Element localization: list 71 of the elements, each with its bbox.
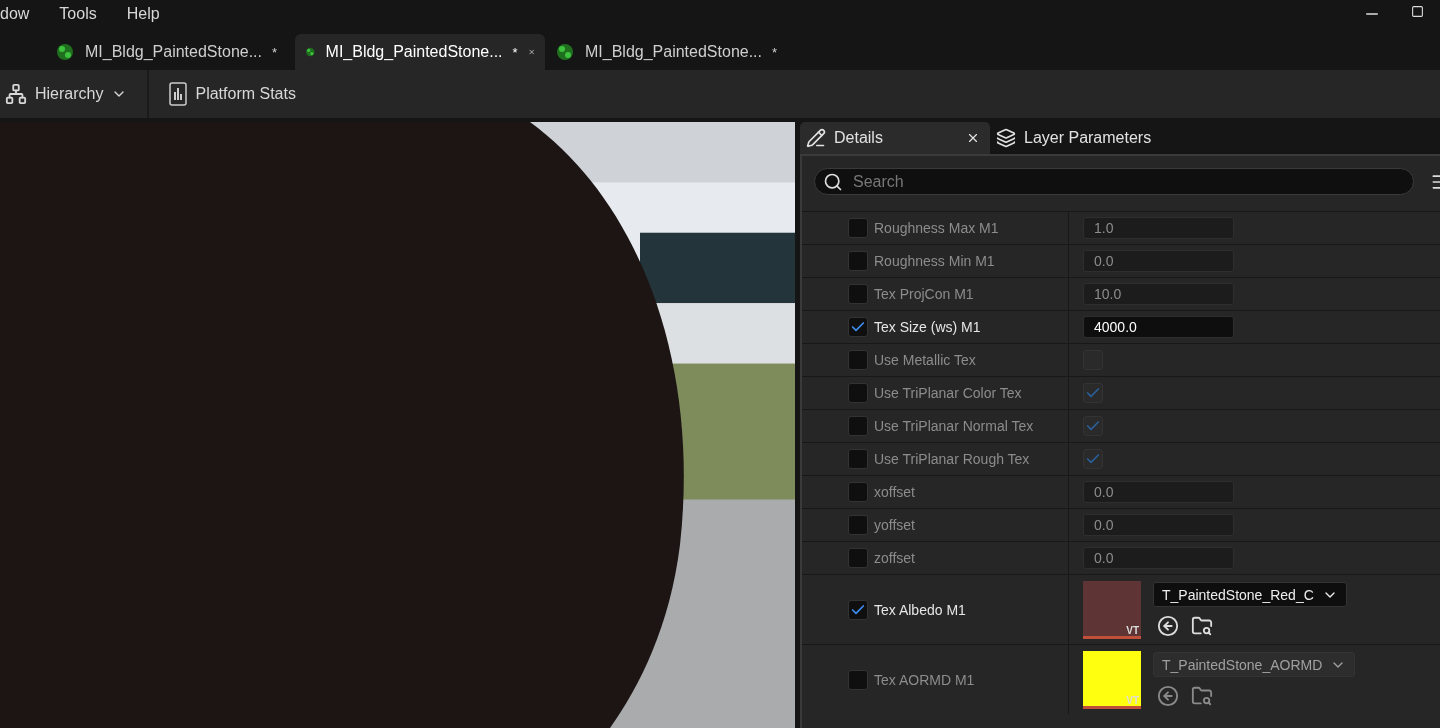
override-checkbox[interactable] (848, 449, 868, 469)
override-checkbox[interactable] (848, 548, 868, 568)
override-checkbox[interactable] (848, 599, 868, 620)
value-checkbox[interactable] (1083, 383, 1103, 403)
value-field[interactable]: 4000.0 (1083, 316, 1234, 338)
value-checkbox[interactable] (1083, 449, 1103, 469)
override-checkbox[interactable] (848, 284, 868, 304)
menu-item[interactable]: dow (0, 5, 30, 23)
modified-indicator: * (512, 44, 518, 60)
parameter-label: Tex ProjCon M1 (874, 286, 974, 302)
override-checkbox[interactable] (848, 515, 868, 535)
parameter-label: Tex AORMD M1 (874, 671, 975, 688)
texture-type-label: VT (1126, 694, 1140, 706)
override-checkbox[interactable] (848, 669, 868, 690)
close-icon[interactable] (966, 131, 980, 145)
parameter-label: Roughness Min M1 (874, 253, 995, 269)
browse-folder-icon[interactable] (1191, 615, 1213, 637)
parameter-label: Use Metallic Tex (874, 352, 976, 368)
value-field[interactable]: 0.0 (1083, 250, 1234, 272)
parameter-label: Tex Size (ws) M1 (874, 319, 981, 335)
menu-item[interactable]: Tools (59, 5, 97, 23)
texture-dropdown[interactable]: T_PaintedStone_Red_C (1153, 582, 1347, 607)
texture-dropdown[interactable]: T_PaintedStone_AORMD (1153, 652, 1356, 677)
value-checkbox[interactable] (1083, 416, 1103, 436)
tablet-chart-icon (169, 82, 188, 106)
layers-icon (996, 128, 1016, 148)
parameter-label: Roughness Max M1 (874, 220, 999, 236)
tab-title: Details (834, 129, 884, 147)
override-checkbox[interactable] (848, 383, 868, 403)
texture-thumbnail[interactable]: VT (1083, 580, 1141, 639)
panel-tab[interactable]: Details (800, 122, 990, 154)
maximize-icon[interactable] (1411, 5, 1424, 18)
value-field[interactable]: 1.0 (1083, 217, 1234, 239)
override-checkbox[interactable] (848, 218, 868, 238)
document-tab[interactable]: MI_Bldg_PaintedStone... * (295, 34, 545, 70)
modified-indicator: * (272, 44, 278, 60)
value-field[interactable]: 10.0 (1083, 283, 1234, 305)
pencil-icon (806, 128, 826, 148)
override-checkbox[interactable] (848, 251, 868, 271)
panel-tab[interactable]: Layer Parameters (990, 122, 1210, 154)
parameter-label: Use TriPlanar Rough Tex (874, 451, 1030, 467)
value-field[interactable]: 0.0 (1083, 481, 1234, 503)
texture-type-label: VT (1126, 624, 1140, 636)
material-icon (555, 42, 575, 62)
override-checkbox[interactable] (848, 482, 868, 502)
parameter-label: zoffset (874, 550, 915, 566)
override-checkbox[interactable] (848, 350, 868, 370)
parameter-label: xoffset (874, 484, 915, 500)
modified-indicator: * (772, 44, 778, 60)
hierarchy-dropdown[interactable]: Hierarchy (0, 70, 150, 118)
toolbar-button[interactable]: Platform Stats (149, 70, 316, 118)
parameter-label: Tex Albedo M1 (874, 601, 966, 618)
value-field[interactable]: 0.0 (1083, 547, 1234, 569)
tab-title: Layer Parameters (1024, 129, 1153, 147)
tab-title: MI_Bldg_PaintedStone... (85, 43, 262, 61)
search-icon (823, 171, 843, 192)
material-icon (55, 42, 75, 62)
parameter-label: Use TriPlanar Color Tex (874, 385, 1022, 401)
document-tab[interactable]: MI_Bldg_PaintedStone... * (545, 34, 795, 70)
document-tab[interactable]: MI_Bldg_PaintedStone... * (45, 34, 295, 70)
override-checkbox[interactable] (848, 416, 868, 436)
tab-title: MI_Bldg_PaintedStone... (325, 43, 503, 61)
search-input[interactable]: Search (851, 171, 1405, 192)
value-field[interactable]: 0.0 (1083, 514, 1234, 536)
menu-item[interactable]: Help (126, 5, 160, 23)
hierarchy-icon (5, 83, 27, 105)
override-checkbox[interactable] (848, 317, 868, 337)
parameter-label: yoffset (874, 517, 915, 533)
search-field[interactable]: Search (814, 168, 1414, 195)
tab-title: MI_Bldg_PaintedStone... (585, 43, 762, 61)
parameter-label: Use TriPlanar Normal Tex (874, 418, 1034, 434)
